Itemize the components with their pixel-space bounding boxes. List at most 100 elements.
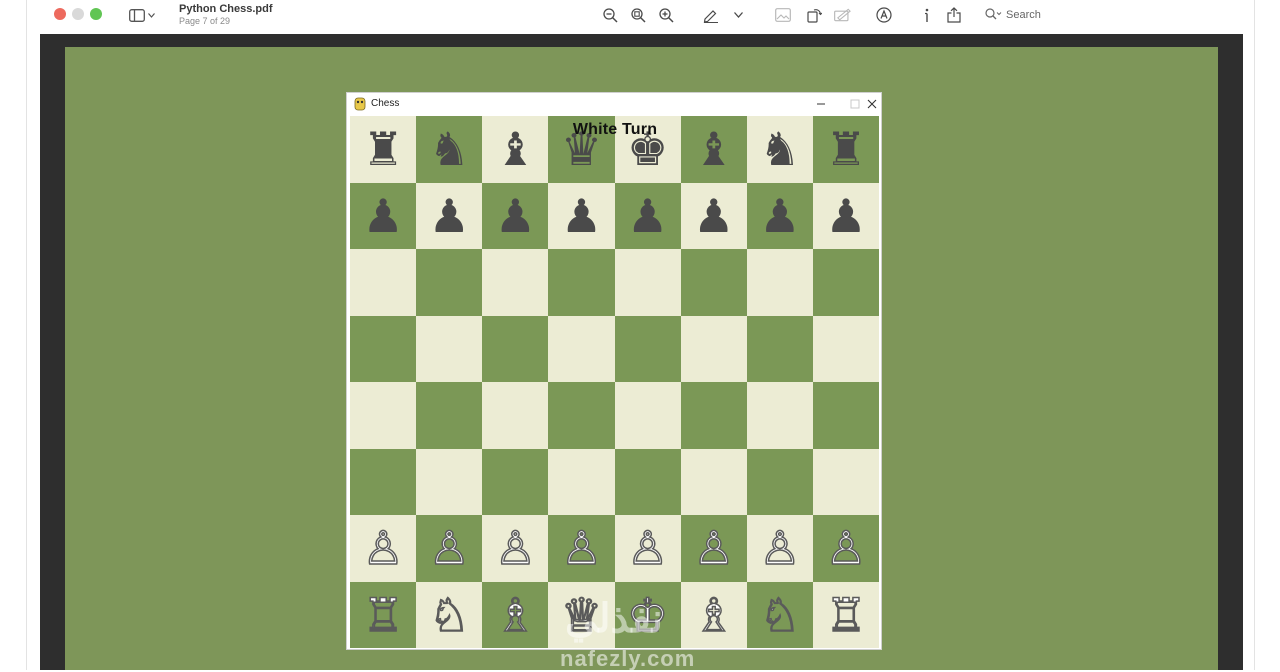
board-square[interactable]: ♖ — [812, 581, 879, 648]
chess-board[interactable]: ♜ ♞ ♝ ♛ ♚ ♝ ♞ ♜ ♟ ♟ ♟ ♟ ♟ ♟ ♟ ♟ ♙ ♙ ♙ ♙ ♙ ♙ ♙ ♙ ♖ ♘ ♗ ♕ ♔ ♗ ♘ ♖ — [350, 116, 879, 648]
black-pawn-piece[interactable]: ♟ — [759, 193, 800, 239]
board-square[interactable] — [614, 448, 681, 515]
markup-chevron-down-icon[interactable] — [729, 6, 747, 24]
minimize-icon[interactable] — [813, 96, 829, 112]
white-knight-piece[interactable]: ♘ — [428, 591, 471, 639]
board-square[interactable] — [482, 315, 549, 382]
board-square[interactable] — [548, 315, 615, 382]
white-pawn-piece[interactable]: ♙ — [692, 525, 735, 573]
white-rook-piece[interactable]: ♖ — [825, 591, 868, 639]
board-square[interactable]: ♜ — [350, 116, 417, 183]
board-square[interactable]: ♖ — [350, 581, 417, 648]
board-square[interactable]: ♗ — [482, 581, 549, 648]
white-bishop-piece[interactable]: ♗ — [494, 591, 537, 639]
board-square[interactable] — [614, 382, 681, 449]
close-window-button[interactable] — [54, 8, 66, 20]
board-square[interactable] — [350, 315, 417, 382]
white-knight-piece[interactable]: ♘ — [758, 591, 801, 639]
black-rook-piece[interactable]: ♜ — [825, 126, 866, 172]
close-icon[interactable] — [864, 96, 880, 112]
black-bishop-piece[interactable]: ♝ — [495, 126, 536, 172]
white-pawn-piece[interactable]: ♙ — [560, 525, 603, 573]
board-square[interactable] — [350, 249, 417, 316]
black-rook-piece[interactable]: ♜ — [362, 126, 403, 172]
search-field[interactable]: Search — [985, 6, 1041, 24]
board-square[interactable]: ♘ — [416, 581, 483, 648]
board-square[interactable] — [548, 448, 615, 515]
board-square[interactable]: ♙ — [614, 515, 681, 582]
board-square[interactable] — [680, 249, 747, 316]
maximize-icon[interactable] — [847, 96, 863, 112]
board-square[interactable]: ♚ — [614, 116, 681, 183]
board-square[interactable] — [680, 382, 747, 449]
board-square[interactable]: ♙ — [350, 515, 417, 582]
markup-pen-icon[interactable] — [702, 6, 720, 24]
black-queen-piece[interactable]: ♛ — [561, 126, 602, 172]
annotate-icon[interactable] — [875, 6, 893, 24]
board-square[interactable] — [482, 382, 549, 449]
board-square[interactable] — [614, 315, 681, 382]
black-king-piece[interactable]: ♚ — [627, 126, 668, 172]
board-square[interactable]: ♙ — [548, 515, 615, 582]
white-pawn-piece[interactable]: ♙ — [626, 525, 669, 573]
board-square[interactable] — [350, 448, 417, 515]
black-knight-piece[interactable]: ♞ — [759, 126, 800, 172]
fullscreen-window-button[interactable] — [90, 8, 102, 20]
board-square[interactable]: ♜ — [812, 116, 879, 183]
redact-icon[interactable] — [834, 6, 852, 24]
board-square[interactable] — [812, 315, 879, 382]
sidebar-toggle-button[interactable] — [129, 6, 159, 24]
board-square[interactable] — [482, 249, 549, 316]
zoom-actual-icon[interactable] — [629, 6, 647, 24]
board-square[interactable] — [614, 249, 681, 316]
board-square[interactable] — [416, 249, 483, 316]
share-icon[interactable] — [945, 6, 963, 24]
white-pawn-piece[interactable]: ♙ — [362, 525, 405, 573]
rotate-icon[interactable] — [805, 6, 823, 24]
board-square[interactable]: ♙ — [746, 515, 813, 582]
board-square[interactable] — [746, 315, 813, 382]
board-square[interactable] — [812, 249, 879, 316]
board-square[interactable] — [746, 249, 813, 316]
black-pawn-piece[interactable]: ♟ — [627, 193, 668, 239]
board-square[interactable]: ♝ — [680, 116, 747, 183]
black-pawn-piece[interactable]: ♟ — [362, 193, 403, 239]
board-square[interactable]: ♝ — [482, 116, 549, 183]
board-square[interactable] — [680, 448, 747, 515]
board-square[interactable] — [482, 448, 549, 515]
info-icon[interactable] — [918, 6, 936, 24]
white-pawn-piece[interactable]: ♙ — [758, 525, 801, 573]
board-square[interactable]: ♞ — [746, 116, 813, 183]
zoom-out-icon[interactable] — [601, 6, 619, 24]
board-square[interactable]: ♟ — [350, 182, 417, 249]
board-square[interactable] — [350, 382, 417, 449]
white-pawn-piece[interactable]: ♙ — [825, 525, 868, 573]
board-square[interactable]: ♟ — [812, 182, 879, 249]
board-square[interactable]: ♗ — [680, 581, 747, 648]
board-square[interactable]: ♙ — [812, 515, 879, 582]
board-square[interactable]: ♙ — [416, 515, 483, 582]
black-pawn-piece[interactable]: ♟ — [495, 193, 536, 239]
board-square[interactable]: ♟ — [416, 182, 483, 249]
board-square[interactable] — [812, 448, 879, 515]
black-pawn-piece[interactable]: ♟ — [693, 193, 734, 239]
board-square[interactable] — [746, 382, 813, 449]
board-square[interactable] — [548, 382, 615, 449]
zoom-in-icon[interactable] — [657, 6, 675, 24]
board-square[interactable] — [416, 382, 483, 449]
black-pawn-piece[interactable]: ♟ — [825, 193, 866, 239]
board-square[interactable] — [812, 382, 879, 449]
black-pawn-piece[interactable]: ♟ — [429, 193, 470, 239]
board-square[interactable]: ♟ — [680, 182, 747, 249]
white-bishop-piece[interactable]: ♗ — [692, 591, 735, 639]
board-square[interactable] — [680, 315, 747, 382]
board-square[interactable]: ♟ — [614, 182, 681, 249]
board-square[interactable] — [416, 448, 483, 515]
board-square[interactable]: ♟ — [482, 182, 549, 249]
black-knight-piece[interactable]: ♞ — [429, 126, 470, 172]
board-square[interactable]: ♟ — [746, 182, 813, 249]
minimize-window-button[interactable] — [72, 8, 84, 20]
board-square[interactable]: ♙ — [680, 515, 747, 582]
white-pawn-piece[interactable]: ♙ — [428, 525, 471, 573]
black-pawn-piece[interactable]: ♟ — [561, 193, 602, 239]
